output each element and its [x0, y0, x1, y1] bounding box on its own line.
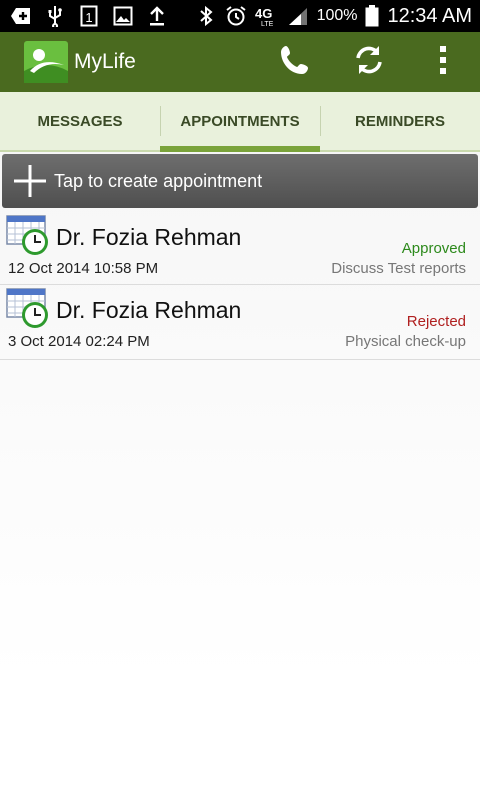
battery-icon: [365, 5, 379, 27]
upload-icon: [146, 5, 168, 27]
appointment-datetime: 3 Oct 2014 02:24 PM: [8, 333, 150, 350]
phone-icon: [278, 43, 312, 82]
appointment-datetime: 12 Oct 2014 10:58 PM: [8, 260, 159, 277]
refresh-icon: [352, 43, 386, 82]
tab-messages[interactable]: MESSAGES: [0, 92, 160, 150]
alarm-icon: [225, 5, 247, 27]
status-badge: Approved: [401, 240, 466, 257]
calendar-clock-icon: [6, 214, 52, 258]
create-appointment-button[interactable]: Tap to create appointment: [2, 154, 478, 208]
appointment-reason: Physical check-up: [345, 333, 466, 350]
calendar-clock-icon: [6, 287, 52, 331]
usb-icon: [44, 5, 66, 27]
signal-icon: [287, 5, 309, 27]
overflow-menu-button[interactable]: [406, 32, 480, 92]
add-notification-icon: [10, 5, 32, 27]
svg-text:1: 1: [85, 10, 92, 25]
plus-icon: [10, 161, 50, 201]
status-bar: 1 4G LTE 100% 12:34 AM: [0, 0, 480, 32]
tab-appointments[interactable]: APPOINTMENTS: [160, 92, 320, 152]
tab-reminders[interactable]: REMINDERS: [320, 92, 480, 150]
appointment-list: Dr. Fozia Rehman 12 Oct 2014 10:58 PM Ap…: [0, 212, 480, 360]
status-badge: Rejected: [406, 313, 466, 330]
appointment-reason: Discuss Test reports: [331, 260, 466, 277]
network-type-icon: 4G LTE: [255, 5, 279, 27]
doctor-name: Dr. Fozia Rehman: [56, 224, 242, 250]
tab-bar: MESSAGES APPOINTMENTS REMINDERS: [0, 92, 480, 152]
overflow-menu-icon: [439, 45, 447, 80]
refresh-button[interactable]: [332, 32, 406, 92]
doctor-name: Dr. Fozia Rehman: [56, 297, 242, 323]
action-bar: MyLife: [0, 32, 480, 92]
app-logo-icon[interactable]: [24, 41, 68, 83]
svg-text:LTE: LTE: [261, 21, 274, 27]
bluetooth-icon: [195, 5, 217, 27]
battery-percent: 100%: [316, 7, 358, 24]
network-label: 4G: [255, 6, 272, 21]
sim-icon: 1: [78, 5, 100, 27]
list-item[interactable]: Dr. Fozia Rehman 3 Oct 2014 02:24 PM Rej…: [0, 285, 480, 360]
image-icon: [112, 5, 134, 27]
call-button[interactable]: [258, 32, 332, 92]
create-appointment-label: Tap to create appointment: [54, 170, 263, 191]
status-time: 12:34 AM: [387, 4, 472, 27]
list-item[interactable]: Dr. Fozia Rehman 12 Oct 2014 10:58 PM Ap…: [0, 212, 480, 285]
app-title: MyLife: [74, 50, 136, 73]
